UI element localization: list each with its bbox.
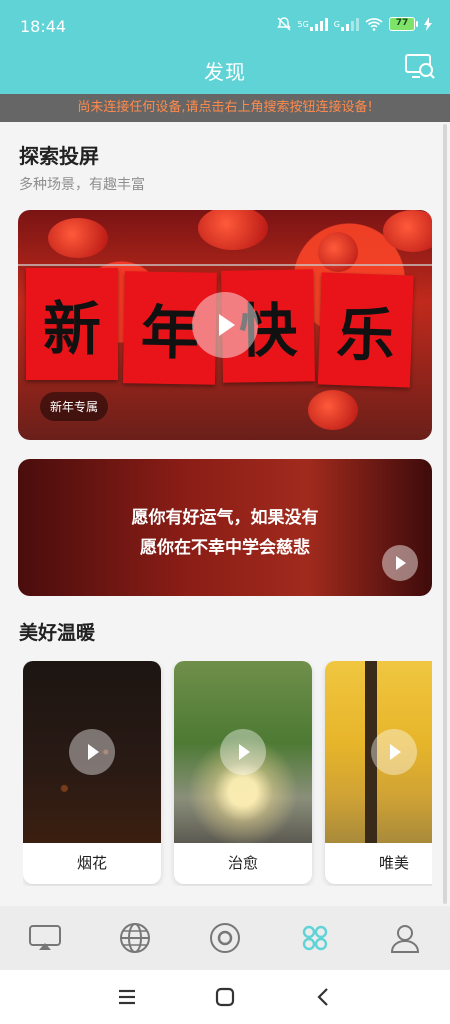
lantern-image: [308, 390, 358, 430]
card-label: 治愈: [227, 854, 258, 872]
signal-2-icon: [341, 17, 359, 31]
explore-title: 探索投屏: [19, 144, 99, 168]
target-tab-icon: [210, 923, 240, 953]
discover-tab-icon: [302, 925, 328, 951]
connection-notice[interactable]: 尚未连接任何设备,请点击右上角搜索按钮连接设备!: [0, 94, 450, 122]
signal-1-icon: [309, 17, 328, 31]
play-icon[interactable]: [371, 729, 417, 775]
net-type-g: G: [333, 19, 340, 29]
tab-cast[interactable]: [23, 916, 67, 960]
mute-icon: [276, 17, 291, 31]
home-icon[interactable]: [211, 984, 239, 1010]
lantern-image: [48, 218, 108, 258]
status-icons: 5G G 77: [276, 16, 432, 32]
system-nav-bar: [0, 970, 450, 1024]
status-time: 18:44: [20, 17, 67, 36]
greeting-char: 乐: [317, 272, 414, 388]
play-icon[interactable]: [69, 729, 115, 775]
tab-web[interactable]: [113, 916, 157, 960]
tab-media[interactable]: [203, 916, 247, 960]
explore-subtitle: 多种场景，有趣丰富: [19, 177, 145, 193]
net-type-5g: 5G: [297, 19, 309, 29]
user-tab-icon: [390, 925, 420, 953]
play-icon[interactable]: [220, 729, 266, 775]
tab-discover[interactable]: [293, 916, 337, 960]
bottom-tab-bar: [0, 906, 450, 970]
scrollbar: [443, 124, 447, 904]
lantern-image: [318, 232, 358, 272]
lantern-image: [198, 210, 268, 250]
warm-title: 美好温暖: [19, 622, 96, 644]
quote-line-2: 愿你在不幸中学会慈悲: [140, 538, 310, 558]
play-icon[interactable]: [382, 545, 418, 581]
video-card[interactable]: 治愈: [174, 661, 312, 884]
back-icon[interactable]: [310, 984, 338, 1010]
hanging-string: [18, 264, 432, 266]
quote-line-1: 愿你有好运气，如果没有: [131, 508, 319, 528]
globe-tab-icon: [120, 923, 150, 953]
greeting-char: 新: [26, 268, 118, 380]
card-label: 唯美: [378, 854, 409, 872]
cast-tab-icon: [29, 925, 61, 950]
video-card[interactable]: 唯美: [325, 661, 432, 884]
banner-tag: 新年专属: [40, 392, 109, 421]
video-card[interactable]: 烟花: [23, 661, 161, 884]
top-bar: 18:44 5G G 77 发现: [0, 0, 450, 94]
search-devices-icon[interactable]: [404, 52, 436, 82]
play-icon[interactable]: [192, 292, 258, 358]
tab-profile[interactable]: [383, 916, 427, 960]
card-label: 烟花: [76, 854, 107, 872]
warm-card-list: 烟花 治愈 唯美: [23, 661, 432, 886]
battery-icon: 77: [389, 17, 418, 31]
charging-icon: [424, 17, 432, 31]
page-title: 发现: [204, 60, 246, 84]
menu-icon[interactable]: [113, 984, 141, 1010]
quote-banner[interactable]: 愿你有好运气，如果没有 愿你在不幸中学会慈悲: [18, 459, 432, 596]
lantern-image: [383, 210, 432, 252]
wifi-icon: [365, 18, 383, 31]
status-bar: 18:44 5G G 77: [0, 0, 450, 52]
new-year-banner[interactable]: 新 年 快 乐 新年专属: [18, 210, 432, 440]
